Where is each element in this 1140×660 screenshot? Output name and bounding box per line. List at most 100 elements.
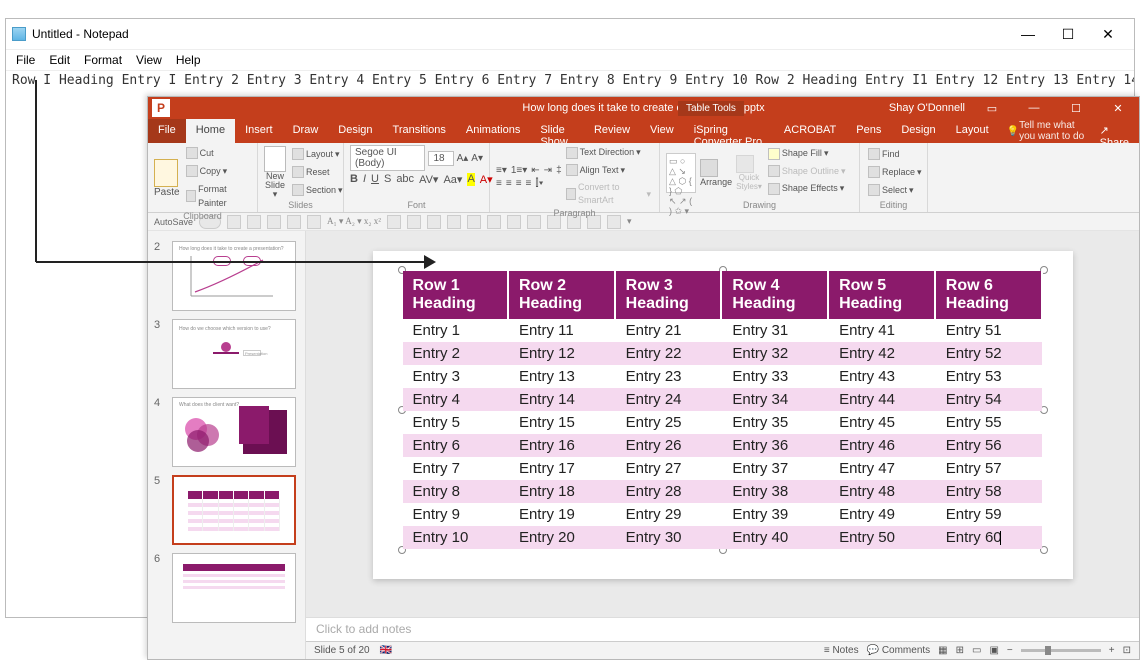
tab-table-layout[interactable]: Layout	[946, 119, 999, 143]
text-direction-button[interactable]: Text Direction ▾	[564, 145, 643, 160]
menu-view[interactable]: View	[136, 53, 162, 67]
table-cell[interactable]: Entry 55	[935, 411, 1042, 434]
table-cell[interactable]: Entry 43	[828, 365, 935, 388]
table-cell[interactable]: Entry 22	[615, 342, 722, 365]
indent-inc-button[interactable]: ⇥	[544, 165, 552, 176]
table-cell[interactable]: Entry 20	[508, 526, 615, 549]
shape-effects-button[interactable]: Shape Effects ▾	[766, 181, 846, 196]
table-cell[interactable]: Entry 42	[828, 342, 935, 365]
table-cell[interactable]: Entry 52	[935, 342, 1042, 365]
new-slide-icon[interactable]	[264, 146, 286, 172]
table-cell[interactable]: Entry 10	[403, 526, 508, 549]
tell-me-search[interactable]: 💡 Tell me what you want to do	[1007, 119, 1090, 143]
qat-btn[interactable]	[307, 215, 321, 229]
align-right-button[interactable]: ≡	[516, 178, 522, 189]
format-painter-button[interactable]: Format Painter	[184, 181, 251, 211]
tab-table-design[interactable]: Design	[891, 119, 945, 143]
table-cell[interactable]: Entry 57	[935, 457, 1042, 480]
table-cell[interactable]: Entry 35	[721, 411, 828, 434]
tab-review[interactable]: Review	[584, 119, 640, 143]
numbering-button[interactable]: 1≡▾	[511, 165, 527, 176]
new-slide-button[interactable]: NewSlide ▾	[264, 172, 286, 199]
highlight-button[interactable]: A	[467, 173, 474, 186]
table-cell[interactable]: Entry 38	[721, 480, 828, 503]
qat-btn[interactable]	[407, 215, 421, 229]
indent-dec-button[interactable]: ⇤	[531, 165, 539, 176]
slide-thumbnails-panel[interactable]: 2 How long does it take to create a pres…	[148, 231, 306, 659]
notepad-textarea[interactable]: Row I Heading Entry I Entry 2 Entry 3 En…	[6, 71, 1134, 90]
paste-icon[interactable]	[154, 159, 178, 187]
strike-button[interactable]: S	[384, 173, 391, 186]
table-cell[interactable]: Entry 25	[615, 411, 722, 434]
select-button[interactable]: Select ▾	[866, 182, 916, 198]
table-cell[interactable]: Entry 7	[403, 457, 508, 480]
table-cell[interactable]: Entry 26	[615, 434, 722, 457]
shape-outline-button[interactable]: Shape Outline ▾	[766, 164, 848, 179]
zoom-slider[interactable]	[1021, 649, 1101, 652]
table-cell[interactable]: Entry 45	[828, 411, 935, 434]
tab-animations[interactable]: Animations	[456, 119, 530, 143]
smartart-button[interactable]: Convert to SmartArt ▾	[564, 180, 653, 208]
ppt-user[interactable]: Shay O'Donnell	[889, 102, 965, 114]
qat-btn[interactable]	[467, 215, 481, 229]
table-cell[interactable]: Entry 18	[508, 480, 615, 503]
table-cell[interactable]: Entry 5	[403, 411, 508, 434]
justify-button[interactable]: ≡	[526, 178, 532, 189]
zoom-in-button[interactable]: +	[1109, 645, 1115, 656]
table-cell[interactable]: Entry 54	[935, 388, 1042, 411]
menu-help[interactable]: Help	[176, 53, 201, 67]
slide-thumbnail-2[interactable]: How long does it take to create a presen…	[172, 241, 296, 311]
tab-ispring[interactable]: iSpring Converter Pro 8	[684, 119, 774, 143]
language-indicator[interactable]: 🇬🇧	[380, 645, 392, 656]
redo-button[interactable]	[267, 215, 281, 229]
table-selection[interactable]: Row 1HeadingRow 2HeadingRow 3HeadingRow …	[403, 271, 1043, 549]
cut-button[interactable]: Cut	[184, 145, 216, 161]
table-cell[interactable]: Entry 39	[721, 503, 828, 526]
tab-acrobat[interactable]: ACROBAT	[774, 119, 846, 143]
align-center-button[interactable]: ≡	[506, 178, 512, 189]
table-cell[interactable]: Entry 24	[615, 388, 722, 411]
table-cell[interactable]: Entry 44	[828, 388, 935, 411]
zoom-out-button[interactable]: −	[1007, 645, 1013, 656]
shrink-font-icon[interactable]: A▾	[471, 153, 483, 164]
shadow-button[interactable]: abc	[396, 173, 414, 186]
table-cell[interactable]: Entry 30	[615, 526, 722, 549]
notes-button[interactable]: ≡ Notes	[824, 645, 859, 656]
menu-format[interactable]: Format	[84, 53, 122, 67]
table-cell[interactable]: Entry 4	[403, 388, 508, 411]
table-cell[interactable]: Entry 12	[508, 342, 615, 365]
ribbon-options-button[interactable]: ▭	[977, 102, 1007, 115]
normal-view-button[interactable]: ▦	[938, 645, 947, 656]
qat-btn[interactable]	[447, 215, 461, 229]
notes-pane[interactable]: Click to add notes	[306, 617, 1139, 641]
qat-btn[interactable]	[387, 215, 401, 229]
table-cell[interactable]: Entry 14	[508, 388, 615, 411]
slide-editor-canvas[interactable]: Row 1HeadingRow 2HeadingRow 3HeadingRow …	[306, 231, 1139, 617]
table-cell[interactable]: Entry 11	[508, 319, 615, 342]
table-cell[interactable]: Entry 41	[828, 319, 935, 342]
table-cell[interactable]: Entry 47	[828, 457, 935, 480]
table-cell[interactable]: Entry 28	[615, 480, 722, 503]
slideshow-view-button[interactable]: ▣	[989, 645, 998, 656]
section-button[interactable]: Section ▾	[290, 182, 345, 198]
table-cell[interactable]: Entry 17	[508, 457, 615, 480]
table-cell[interactable]: Entry 2	[403, 342, 508, 365]
table-cell[interactable]: Entry 56	[935, 434, 1042, 457]
slide-thumbnail-6[interactable]	[172, 553, 296, 623]
slide-thumbnail-3[interactable]: How do we choose which version to use? P…	[172, 319, 296, 389]
shape-fill-button[interactable]: Shape Fill ▾	[766, 146, 831, 161]
underline-button[interactable]: U	[371, 173, 379, 186]
table-cell[interactable]: Entry 3	[403, 365, 508, 388]
restore-button[interactable]: ☐	[1061, 102, 1091, 115]
close-button[interactable]: ✕	[1103, 102, 1133, 115]
copy-button[interactable]: Copy ▾	[184, 163, 230, 179]
line-spacing-button[interactable]: ‡	[556, 165, 562, 176]
table-cell[interactable]: Entry 6	[403, 434, 508, 457]
table-cell[interactable]: Entry 37	[721, 457, 828, 480]
table-cell[interactable]: Entry 19	[508, 503, 615, 526]
minimize-button[interactable]: —	[1019, 102, 1049, 114]
comments-button[interactable]: 💬 Comments	[867, 645, 931, 656]
bullets-button[interactable]: ≡▾	[496, 165, 507, 176]
table-cell[interactable]: Entry 1	[403, 319, 508, 342]
fit-button[interactable]: ⊡	[1123, 645, 1131, 656]
